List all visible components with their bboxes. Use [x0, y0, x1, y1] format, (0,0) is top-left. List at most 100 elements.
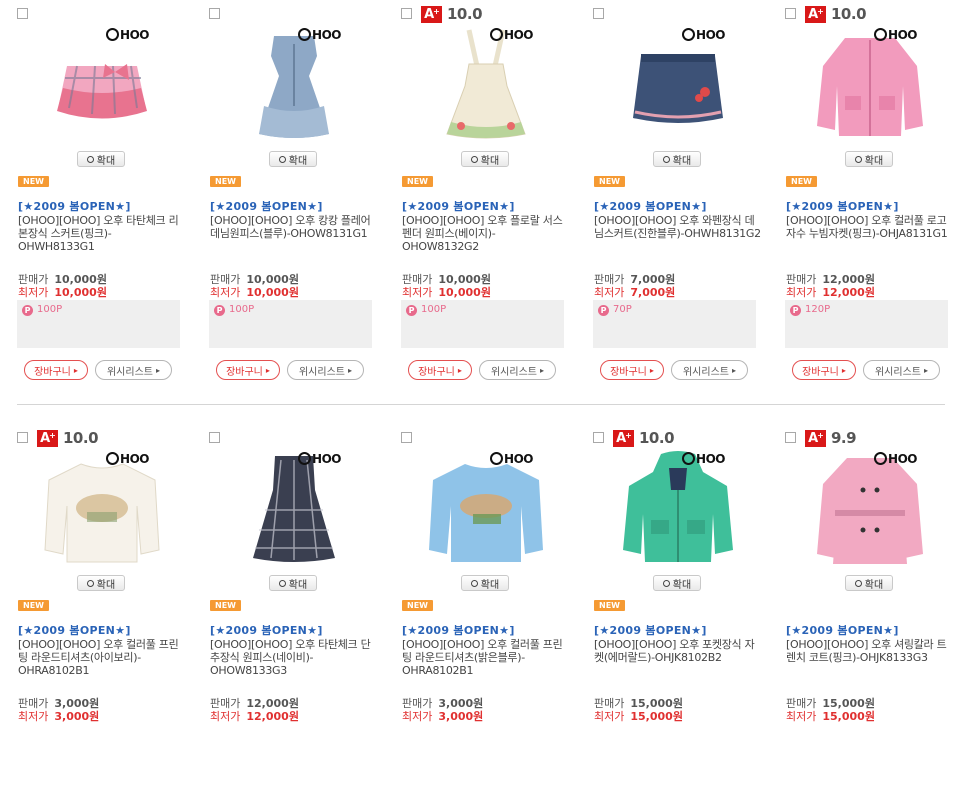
- new-badge: NEW: [402, 176, 433, 187]
- lowest-price: 최저가 15,000원: [594, 710, 683, 723]
- brand-logo: HOO: [874, 452, 917, 466]
- a-plus-icon: A +: [805, 5, 826, 23]
- product-name[interactable]: [OHOO][OHOO] 오후 셔링칼라 트렌치 코트(핑크)-OHJK8133…: [786, 638, 954, 664]
- select-checkbox[interactable]: [593, 8, 604, 19]
- wishlist-button[interactable]: 위시리스트 ▸: [479, 360, 556, 380]
- magnifier-icon: [854, 155, 862, 163]
- product-image[interactable]: HOO: [229, 26, 359, 146]
- new-badge: NEW: [210, 176, 241, 187]
- lowest-price: 최저가 3,000원: [402, 710, 484, 723]
- event-tag[interactable]: [★2009 봄OPEN★]: [210, 198, 323, 214]
- magnifier-icon: [278, 155, 286, 163]
- new-badge: NEW: [18, 600, 49, 611]
- zoom-button[interactable]: 확대: [77, 575, 125, 591]
- add-to-cart-button[interactable]: 장바구니 ▸: [600, 360, 664, 380]
- product-name[interactable]: [OHOO][OHOO] 오후 플로랄 서스펜더 원피스(베이지)-OHOW81…: [402, 214, 570, 253]
- product-name[interactable]: [OHOO][OHOO] 오후 타탄체크 리본장식 스커트(핑크)-OHWH81…: [18, 214, 186, 253]
- event-tag[interactable]: [★2009 봄OPEN★]: [594, 198, 707, 214]
- select-checkbox[interactable]: [785, 8, 796, 19]
- zoom-button[interactable]: 확대: [845, 151, 893, 167]
- brand-logo: HOO: [106, 28, 149, 42]
- select-checkbox[interactable]: [401, 432, 412, 443]
- select-checkbox[interactable]: [209, 8, 220, 19]
- event-tag[interactable]: [★2009 봄OPEN★]: [786, 198, 899, 214]
- select-checkbox[interactable]: [209, 432, 220, 443]
- a-plus-icon: A +: [37, 429, 58, 447]
- event-tag[interactable]: [★2009 봄OPEN★]: [402, 622, 515, 638]
- event-tag[interactable]: [★2009 봄OPEN★]: [18, 198, 131, 214]
- select-checkbox[interactable]: [401, 8, 412, 19]
- lowest-price: 최저가 10,000원: [18, 286, 107, 299]
- add-to-cart-button[interactable]: 장바구니 ▸: [792, 360, 856, 380]
- wishlist-button[interactable]: 위시리스트 ▸: [863, 360, 940, 380]
- magnifier-icon: [86, 155, 94, 163]
- event-tag[interactable]: [★2009 봄OPEN★]: [210, 622, 323, 638]
- magnifier-icon: [470, 155, 478, 163]
- product-image[interactable]: HOO: [805, 450, 935, 570]
- magnifier-icon: [86, 579, 94, 587]
- event-tag[interactable]: [★2009 봄OPEN★]: [786, 622, 899, 638]
- add-to-cart-button[interactable]: 장바구니 ▸: [408, 360, 472, 380]
- zoom-button[interactable]: 확대: [461, 151, 509, 167]
- product-image[interactable]: HOO: [421, 450, 551, 570]
- zoom-button[interactable]: 확대: [653, 151, 701, 167]
- grade-score: 10.0: [831, 5, 867, 23]
- zoom-button[interactable]: 확대: [77, 151, 125, 167]
- brand-logo: HOO: [682, 28, 725, 42]
- product-image[interactable]: HOO: [229, 450, 359, 570]
- product-image[interactable]: HOO: [613, 450, 743, 570]
- lowest-price: 최저가 15,000원: [786, 710, 875, 723]
- product-image[interactable]: HOO: [37, 450, 167, 570]
- select-checkbox[interactable]: [17, 432, 28, 443]
- wishlist-button[interactable]: 위시리스트 ▸: [95, 360, 172, 380]
- product-name[interactable]: [OHOO][OHOO] 오후 컬러풀 로고자수 누빔자켓(핑크)-OHJA81…: [786, 214, 954, 240]
- product-image[interactable]: HOO: [37, 26, 167, 146]
- select-checkbox[interactable]: [593, 432, 604, 443]
- points-box: P 100P: [209, 300, 372, 348]
- select-checkbox[interactable]: [17, 8, 28, 19]
- product-card: HOO 확대 NEW [★2009 봄OPEN★] [OHOO][OHOO] 오후 캉캉…: [209, 8, 379, 388]
- zoom-button[interactable]: 확대: [461, 575, 509, 591]
- magnifier-icon: [662, 155, 670, 163]
- grade-score: 10.0: [447, 5, 483, 23]
- product-name[interactable]: [OHOO][OHOO] 오후 와펜장식 데님스커트(진한블루)-OHWH813…: [594, 214, 762, 240]
- product-image[interactable]: HOO: [613, 26, 743, 146]
- brand-logo: HOO: [490, 28, 533, 42]
- event-tag[interactable]: [★2009 봄OPEN★]: [18, 622, 131, 638]
- zoom-button[interactable]: 확대: [845, 575, 893, 591]
- product-name[interactable]: [OHOO][OHOO] 오후 컬러풀 프린팅 라운드티셔츠(밝은블루)-OHR…: [402, 638, 570, 677]
- points-box: P 100P: [401, 300, 564, 348]
- product-card: A + 10.0 HOO 확대 NEW [★2009 봄OPEN★] [OHOO][OHOO]…: [785, 5, 955, 388]
- grade-badge: A + 10.0: [37, 428, 99, 448]
- add-to-cart-button[interactable]: 장바구니 ▸: [24, 360, 88, 380]
- product-image[interactable]: HOO: [421, 26, 551, 146]
- zoom-button[interactable]: 확대: [653, 575, 701, 591]
- product-name[interactable]: [OHOO][OHOO] 오후 컬러풀 프린팅 라운드티셔츠(아이보리)-OHR…: [18, 638, 186, 677]
- grade-score: 9.9: [831, 429, 857, 447]
- wishlist-button[interactable]: 위시리스트 ▸: [287, 360, 364, 380]
- zoom-button[interactable]: 확대: [269, 575, 317, 591]
- zoom-button[interactable]: 확대: [269, 151, 317, 167]
- points-value: 100P: [421, 304, 447, 315]
- event-tag[interactable]: [★2009 봄OPEN★]: [594, 622, 707, 638]
- wishlist-button[interactable]: 위시리스트 ▸: [671, 360, 748, 380]
- grade-score: 10.0: [63, 429, 99, 447]
- event-tag[interactable]: [★2009 봄OPEN★]: [402, 198, 515, 214]
- lowest-price: 최저가 12,000원: [786, 286, 875, 299]
- points-value: 100P: [37, 304, 63, 315]
- new-badge: NEW: [210, 600, 241, 611]
- product-name[interactable]: [OHOO][OHOO] 오후 포켓장식 자켓(에머랄드)-OHJK8102B2: [594, 638, 762, 664]
- product-name[interactable]: [OHOO][OHOO] 오후 캉캉 플레어 데님원피스(블루)-OHOW813…: [210, 214, 378, 240]
- product-card: HOO 확대 NEW [★2009 봄OPEN★] [OHOO][OHOO] 오후 타탄…: [17, 8, 187, 388]
- product-name[interactable]: [OHOO][OHOO] 오후 타탄체크 단추장식 원피스(네이비)-OHOW8…: [210, 638, 378, 677]
- points-value: 100P: [229, 304, 255, 315]
- select-checkbox[interactable]: [785, 432, 796, 443]
- product-image[interactable]: HOO: [805, 26, 935, 146]
- points-box: P 100P: [17, 300, 180, 348]
- grade-badge: A + 10.0: [421, 4, 483, 24]
- product-card: HOO 확대 NEW [★2009 봄OPEN★] [OHOO][OHOO] 오후 타탄…: [209, 432, 379, 812]
- brand-logo: HOO: [106, 452, 149, 466]
- product-card: A + 10.0 HOO 확대 NEW [★2009 봄OPEN★] [OHOO][OHOO]…: [401, 5, 571, 388]
- magnifier-icon: [278, 579, 286, 587]
- add-to-cart-button[interactable]: 장바구니 ▸: [216, 360, 280, 380]
